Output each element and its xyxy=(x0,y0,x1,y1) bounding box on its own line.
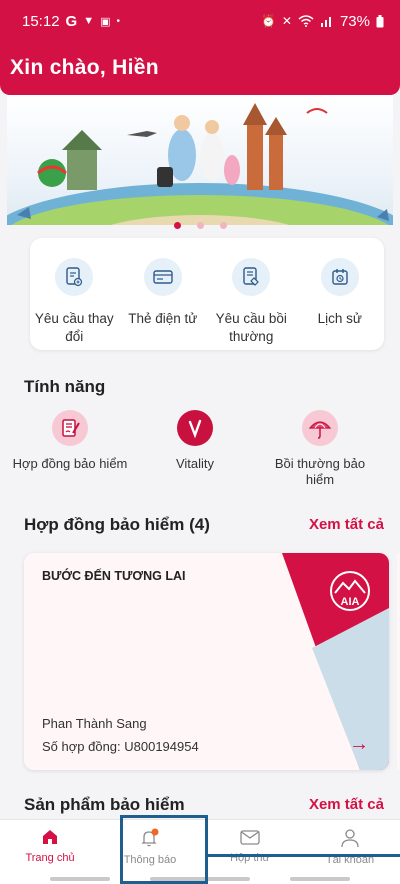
quick-action-label: Yêu cầu bồi thường xyxy=(215,311,287,344)
feature-label: Vitality xyxy=(175,456,215,471)
banner-pagination xyxy=(0,222,400,229)
contracts-see-all-link[interactable]: Xem tất cả xyxy=(309,516,384,533)
aia-logo-text: AIA xyxy=(341,596,360,608)
quick-action-history[interactable]: Lịch sử xyxy=(296,238,385,350)
contract-product-name: BƯỚC ĐẾN TƯƠNG LAI xyxy=(42,569,186,583)
quick-actions-card: Yêu cầu thay đổi Thẻ điện tử Yêu cầu bồi… xyxy=(30,238,384,350)
signal-down-icon: ▼ xyxy=(83,15,95,27)
request-change-icon xyxy=(55,258,94,296)
quick-action-claim-request[interactable]: Yêu cầu bồi thường xyxy=(207,238,296,350)
notification-icon: ▣ xyxy=(100,15,111,28)
mail-icon xyxy=(240,830,260,845)
wifi-icon xyxy=(298,15,314,27)
feature-label: Hợp đồng bảo hiểm xyxy=(12,456,128,471)
claim-request-icon xyxy=(232,258,271,296)
e-card-icon xyxy=(143,258,182,296)
products-section-title: Sản phẩm bảo hiểm xyxy=(24,795,185,814)
feature-label: Bồi thường bảo hiểm xyxy=(274,456,366,487)
history-icon xyxy=(320,258,359,296)
contract-card[interactable]: AIA BƯỚC ĐẾN TƯƠNG LAI Phan Thành Sang S… xyxy=(24,553,389,770)
status-time: 15:12 xyxy=(22,12,60,30)
products-see-all-link[interactable]: Xem tất cả xyxy=(309,796,384,813)
app-header: 15:12 G ▼ ▣ • ⏰ ✕ 73% Xin chào, Hiền xyxy=(0,0,400,95)
user-icon xyxy=(341,829,359,848)
greeting-title: Xin chào, Hiền xyxy=(10,56,159,79)
vitality-icon xyxy=(177,410,213,446)
cell-signal-icon xyxy=(320,17,331,27)
feature-contract[interactable]: Hợp đồng bảo hiểm xyxy=(10,410,130,488)
battery-icon xyxy=(376,14,384,27)
home-icon xyxy=(43,830,57,844)
gesture-indicator xyxy=(290,877,350,881)
quick-action-label: Lịch sử xyxy=(317,311,362,326)
nav-inbox[interactable]: Hộp thư xyxy=(200,820,300,884)
quick-action-label: Yêu cầu thay đổi xyxy=(34,311,114,344)
highlight-annotation-line xyxy=(208,854,400,857)
feature-vitality[interactable]: Vitality xyxy=(135,410,255,488)
status-bar: 15:12 G ▼ ▣ • ⏰ ✕ 73% xyxy=(22,10,384,32)
alarm-icon: ⏰ xyxy=(260,14,276,28)
highlight-annotation-box xyxy=(120,815,208,884)
mute-icon: ✕ xyxy=(281,14,292,28)
feature-claims[interactable]: Bồi thường bảo hiểm xyxy=(260,410,380,488)
features-section-title: Tính năng xyxy=(24,377,106,396)
promo-banner[interactable] xyxy=(7,95,393,225)
quick-action-label: Thẻ điện tử xyxy=(128,311,198,326)
battery-level: 73% xyxy=(339,12,370,30)
dot-icon: • xyxy=(116,15,121,27)
umbrella-icon xyxy=(302,410,338,446)
pagination-dot[interactable] xyxy=(219,222,227,229)
quick-action-e-card[interactable]: Thẻ điện tử xyxy=(119,238,208,350)
contract-number: Số hợp đồng: U800194954 xyxy=(42,739,199,754)
travel-illustration xyxy=(7,103,393,225)
arrow-right-icon[interactable]: → xyxy=(349,733,369,756)
contracts-section-title: Hợp đồng bảo hiểm (4) xyxy=(24,515,210,534)
gesture-indicator xyxy=(50,877,110,881)
nav-label: Trang chủ xyxy=(25,852,75,864)
aia-logo-icon: AIA xyxy=(330,571,370,611)
contract-icon xyxy=(52,410,88,446)
quick-action-request-change[interactable]: Yêu cầu thay đổi xyxy=(30,238,119,350)
features-list: Hợp đồng bảo hiểm Vitality Bồi thường bả… xyxy=(10,410,380,488)
nav-account[interactable]: Tài khoản xyxy=(300,820,400,884)
pagination-dot[interactable] xyxy=(196,222,204,229)
contract-holder-name: Phan Thành Sang xyxy=(42,716,147,731)
nav-home[interactable]: Trang chủ xyxy=(0,820,100,884)
pagination-dot[interactable] xyxy=(173,222,181,229)
google-icon: G xyxy=(65,12,78,30)
